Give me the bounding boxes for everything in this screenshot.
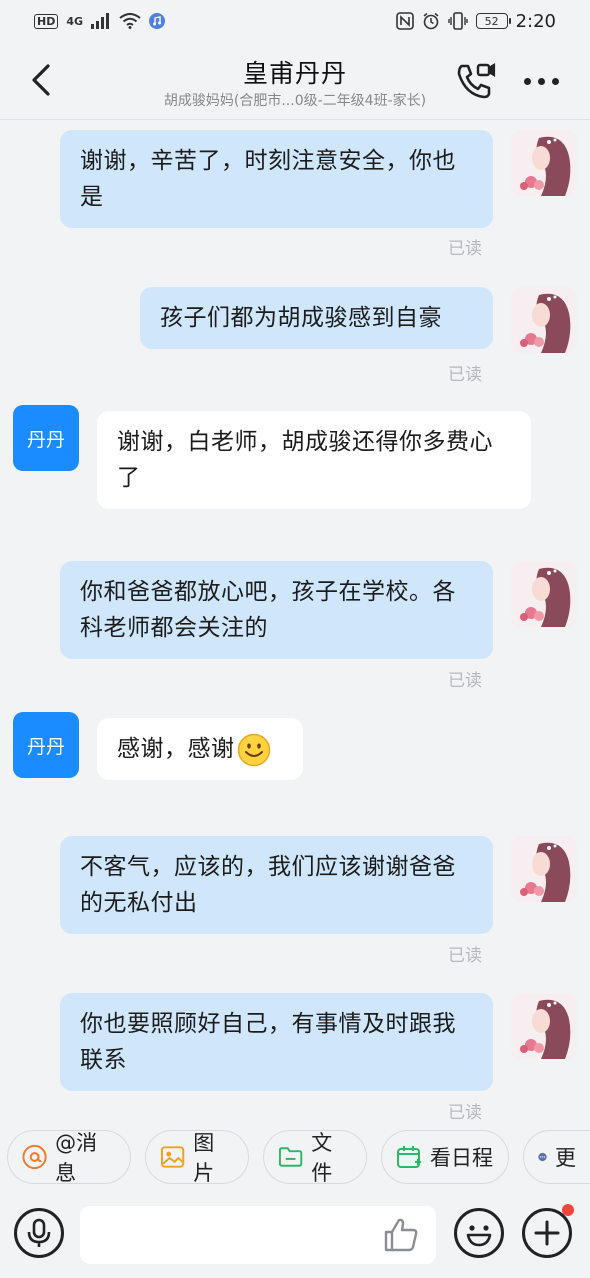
- file-label: 文件: [311, 1131, 333, 1185]
- image-button[interactable]: 图片: [145, 1130, 249, 1185]
- message-bubble-outgoing[interactable]: 你也要照顾好自己，有事情及时跟我联系: [60, 993, 493, 1091]
- message-text: 不客气，应该的，我们应该谢谢爸爸的无私付出: [80, 854, 456, 916]
- message-bubble-outgoing[interactable]: 孩子们都为胡成骏感到自豪: [140, 287, 493, 349]
- contact-name: 皇甫丹丹: [242, 59, 347, 88]
- alarm-icon: [423, 12, 439, 30]
- avatar-illustration-icon: [511, 287, 577, 353]
- at-message-button[interactable]: @消息: [7, 1130, 131, 1185]
- smiley-face-icon: [466, 1225, 492, 1247]
- my-avatar[interactable]: [511, 287, 577, 353]
- read-status: 已读: [448, 946, 482, 966]
- clock: 2:20: [515, 10, 556, 32]
- calendar-icon: [397, 1146, 421, 1168]
- read-status: 已读: [448, 365, 482, 385]
- image-icon: [160, 1146, 185, 1168]
- contact-subtitle: 胡成骏妈妈(合肥市...0级-二年级4班-家长): [163, 93, 427, 109]
- contact-avatar[interactable]: 丹丹: [13, 405, 79, 471]
- more-options-button[interactable]: [518, 64, 564, 98]
- my-avatar[interactable]: [511, 561, 577, 627]
- dot-icon: [537, 77, 545, 85]
- schedule-label: 看日程: [430, 1146, 493, 1170]
- my-avatar[interactable]: [511, 130, 577, 196]
- call-button[interactable]: [454, 60, 496, 102]
- read-status: 已读: [448, 671, 482, 691]
- more-input-button[interactable]: [522, 1208, 572, 1258]
- signal-icon: [91, 13, 110, 29]
- vibrate-icon: [447, 12, 468, 30]
- dot-icon: [551, 77, 559, 85]
- read-status: 已读: [448, 1103, 482, 1123]
- avatar-illustration-icon: [511, 993, 577, 1059]
- smile-emoji-icon: [237, 733, 270, 766]
- message-bubble-incoming[interactable]: 感谢，感谢: [97, 718, 303, 780]
- my-avatar[interactable]: [511, 836, 577, 902]
- hd-indicator: HD: [34, 13, 59, 29]
- more-actions-label: 更: [555, 1146, 576, 1170]
- chat-header: 皇甫丹丹 胡成骏妈妈(合肥市...0级-二年级4班-家长): [0, 42, 590, 120]
- avatar-illustration-icon: [511, 836, 577, 902]
- phone-video-icon: [457, 63, 496, 99]
- microphone-icon: [27, 1218, 51, 1247]
- thumbs-up-icon: [384, 1218, 418, 1252]
- quick-actions-bar: @消息 图片 文件 看日程 更: [0, 1130, 590, 1186]
- avatar-text: 丹丹: [26, 428, 65, 451]
- message-bubble-outgoing[interactable]: 你和爸爸都放心吧，孩子在学校。各科老师都会关注的: [60, 561, 493, 659]
- message-bubble-outgoing[interactable]: 不客气，应该的，我们应该谢谢爸爸的无私付出: [60, 836, 493, 934]
- avatar-illustration-icon: [511, 561, 577, 627]
- avatar-text: 丹丹: [26, 735, 65, 758]
- battery-indicator: 52: [475, 13, 511, 29]
- wifi-icon: [119, 13, 141, 29]
- dot-icon: [523, 77, 531, 85]
- nfc-icon: [395, 12, 414, 30]
- message-text: 孩子们都为胡成骏感到自豪: [160, 305, 442, 331]
- message-text: 谢谢，白老师，胡成骏还得你多费心了: [117, 429, 493, 491]
- message-text: 感谢，感谢: [117, 736, 235, 762]
- status-right: 52 2:20: [395, 10, 556, 32]
- message-text: 谢谢，辛苦了，时刻注意安全，你也是: [80, 148, 456, 210]
- status-bar: HD 4G 52 2:20: [0, 0, 590, 42]
- message-text: 你也要照顾好自己，有事情及时跟我联系: [80, 1011, 456, 1073]
- plus-icon: [534, 1220, 560, 1246]
- image-label: 图片: [193, 1131, 215, 1185]
- contact-avatar[interactable]: 丹丹: [13, 712, 79, 778]
- at-icon: [22, 1144, 47, 1170]
- like-button[interactable]: [382, 1216, 420, 1254]
- message-bubble-incoming[interactable]: 谢谢，白老师，胡成骏还得你多费心了: [97, 411, 531, 509]
- my-avatar[interactable]: [511, 993, 577, 1059]
- notification-dot: [562, 1204, 574, 1216]
- network-type: 4G: [66, 14, 84, 28]
- at-message-label: @消息: [55, 1131, 98, 1185]
- voice-input-button[interactable]: [14, 1208, 64, 1258]
- more-actions-button[interactable]: 更: [523, 1130, 590, 1184]
- schedule-button[interactable]: 看日程: [381, 1130, 509, 1184]
- file-button[interactable]: 文件: [263, 1130, 367, 1185]
- avatar-illustration-icon: [511, 130, 577, 196]
- more-dots-icon: [538, 1152, 547, 1162]
- music-icon: [149, 13, 166, 29]
- folder-icon: [278, 1147, 303, 1167]
- message-text: 你和爸爸都放心吧，孩子在学校。各科老师都会关注的: [80, 579, 456, 641]
- message-bubble-outgoing[interactable]: 谢谢，辛苦了，时刻注意安全，你也是: [60, 130, 493, 228]
- input-bar: [0, 1194, 590, 1278]
- status-left: HD 4G: [34, 13, 166, 29]
- emoji-button[interactable]: [454, 1208, 504, 1258]
- read-status: 已读: [448, 239, 482, 259]
